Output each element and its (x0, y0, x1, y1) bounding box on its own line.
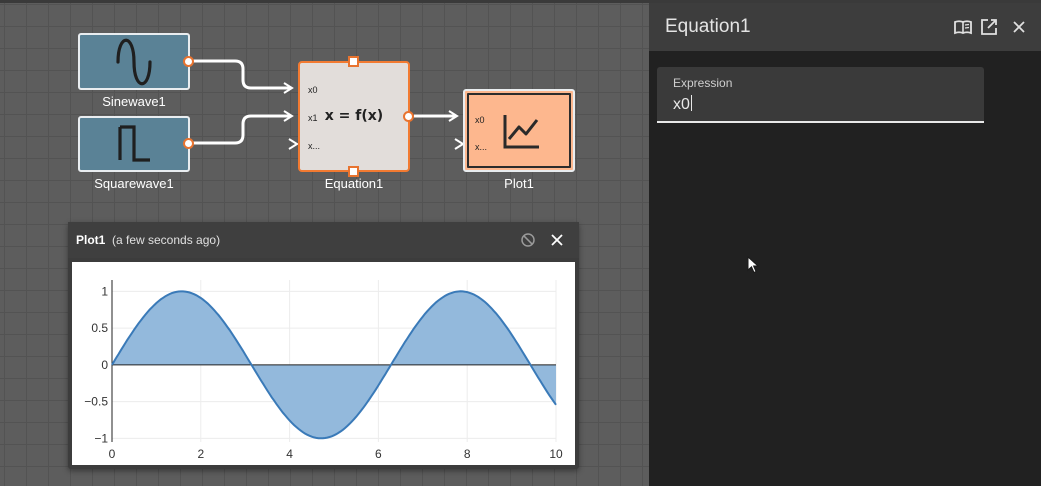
equation-top-port[interactable] (348, 56, 359, 67)
plot-area[interactable]: 0 2 4 6 8 10 1 0.5 0 −0.5 −1 (72, 262, 575, 465)
square-wave-icon (118, 125, 150, 162)
plot-window-timestamp: (a few seconds ago) (112, 233, 221, 247)
equation-label: Equation1 (324, 176, 384, 191)
x-tick-label: 6 (375, 447, 382, 461)
open-external-icon[interactable] (979, 17, 999, 37)
wire-square-to-equation (189, 114, 290, 145)
line-chart-icon (503, 115, 539, 149)
x-tick-label: 8 (464, 447, 471, 461)
expression-field[interactable]: Expression x0 (657, 67, 984, 123)
y-tick-label: 1 (101, 284, 108, 298)
sinewave-block[interactable] (78, 33, 190, 90)
equation-block[interactable]: x0 x1 x... x = f(x) (298, 61, 410, 172)
plot-label: Plot1 (504, 176, 534, 191)
text-caret (690, 95, 692, 111)
properties-header: Equation1 (649, 0, 1041, 51)
squarewave-output-port[interactable] (183, 138, 194, 149)
y-tick-label: −0.5 (84, 395, 108, 409)
properties-panel: Equation1 Expression x0 (649, 0, 1041, 486)
close-icon[interactable] (1011, 19, 1031, 39)
sinewave-label: Sinewave1 (102, 94, 166, 109)
input-port-label: x... (308, 141, 321, 151)
input-port-label: x... (475, 142, 488, 152)
input-port-label: x0 (308, 85, 318, 95)
x-tick-label: 4 (286, 447, 293, 461)
expression-label: Expression (673, 76, 733, 90)
squarewave-label: Squarewave1 (94, 176, 174, 191)
expression-input[interactable]: x0 (673, 95, 692, 114)
wire-sine-to-equation (189, 59, 290, 90)
squarewave-block[interactable] (78, 116, 190, 172)
expression-value: x0 (673, 96, 690, 113)
sinewave-output-port[interactable] (183, 56, 194, 67)
equation-output-port[interactable] (403, 111, 414, 122)
plot-window-header[interactable]: Plot1 (a few seconds ago) (68, 222, 579, 258)
input-port-label: x0 (475, 115, 485, 125)
plot-block-selection: x0 x... (467, 93, 571, 168)
equation-formula: x = f(x) (324, 108, 384, 124)
y-tick-label: 0.5 (91, 321, 108, 335)
plot-window-title: Plot1 (76, 233, 106, 247)
disable-icon[interactable] (520, 232, 536, 248)
port-arrow-empty (288, 138, 299, 150)
y-tick-label: 0 (101, 358, 108, 372)
top-bar (0, 0, 1041, 3)
docs-book-icon[interactable] (953, 17, 973, 37)
x-tick-label: 2 (197, 447, 204, 461)
mouse-pointer-icon (747, 256, 759, 274)
x-tick-label: 10 (549, 447, 563, 461)
properties-title: Equation1 (665, 16, 751, 37)
sine-chart: 0 2 4 6 8 10 1 0.5 0 −0.5 −1 (84, 280, 563, 461)
diagram-canvas[interactable]: Sinewave1 Squarewave1 x0 x1 x... x = f(x… (0, 0, 649, 486)
y-tick-label: −1 (94, 431, 108, 445)
sine-wave-icon (116, 38, 152, 86)
port-arrow-empty (454, 138, 465, 150)
plot-block[interactable]: x0 x... (463, 89, 575, 172)
plot-window[interactable]: Plot1 (a few seconds ago) 0 2 4 6 8 10 1 0.5 0 −0… (68, 222, 579, 469)
close-icon[interactable] (550, 233, 564, 247)
x-tick-label: 0 (109, 447, 116, 461)
